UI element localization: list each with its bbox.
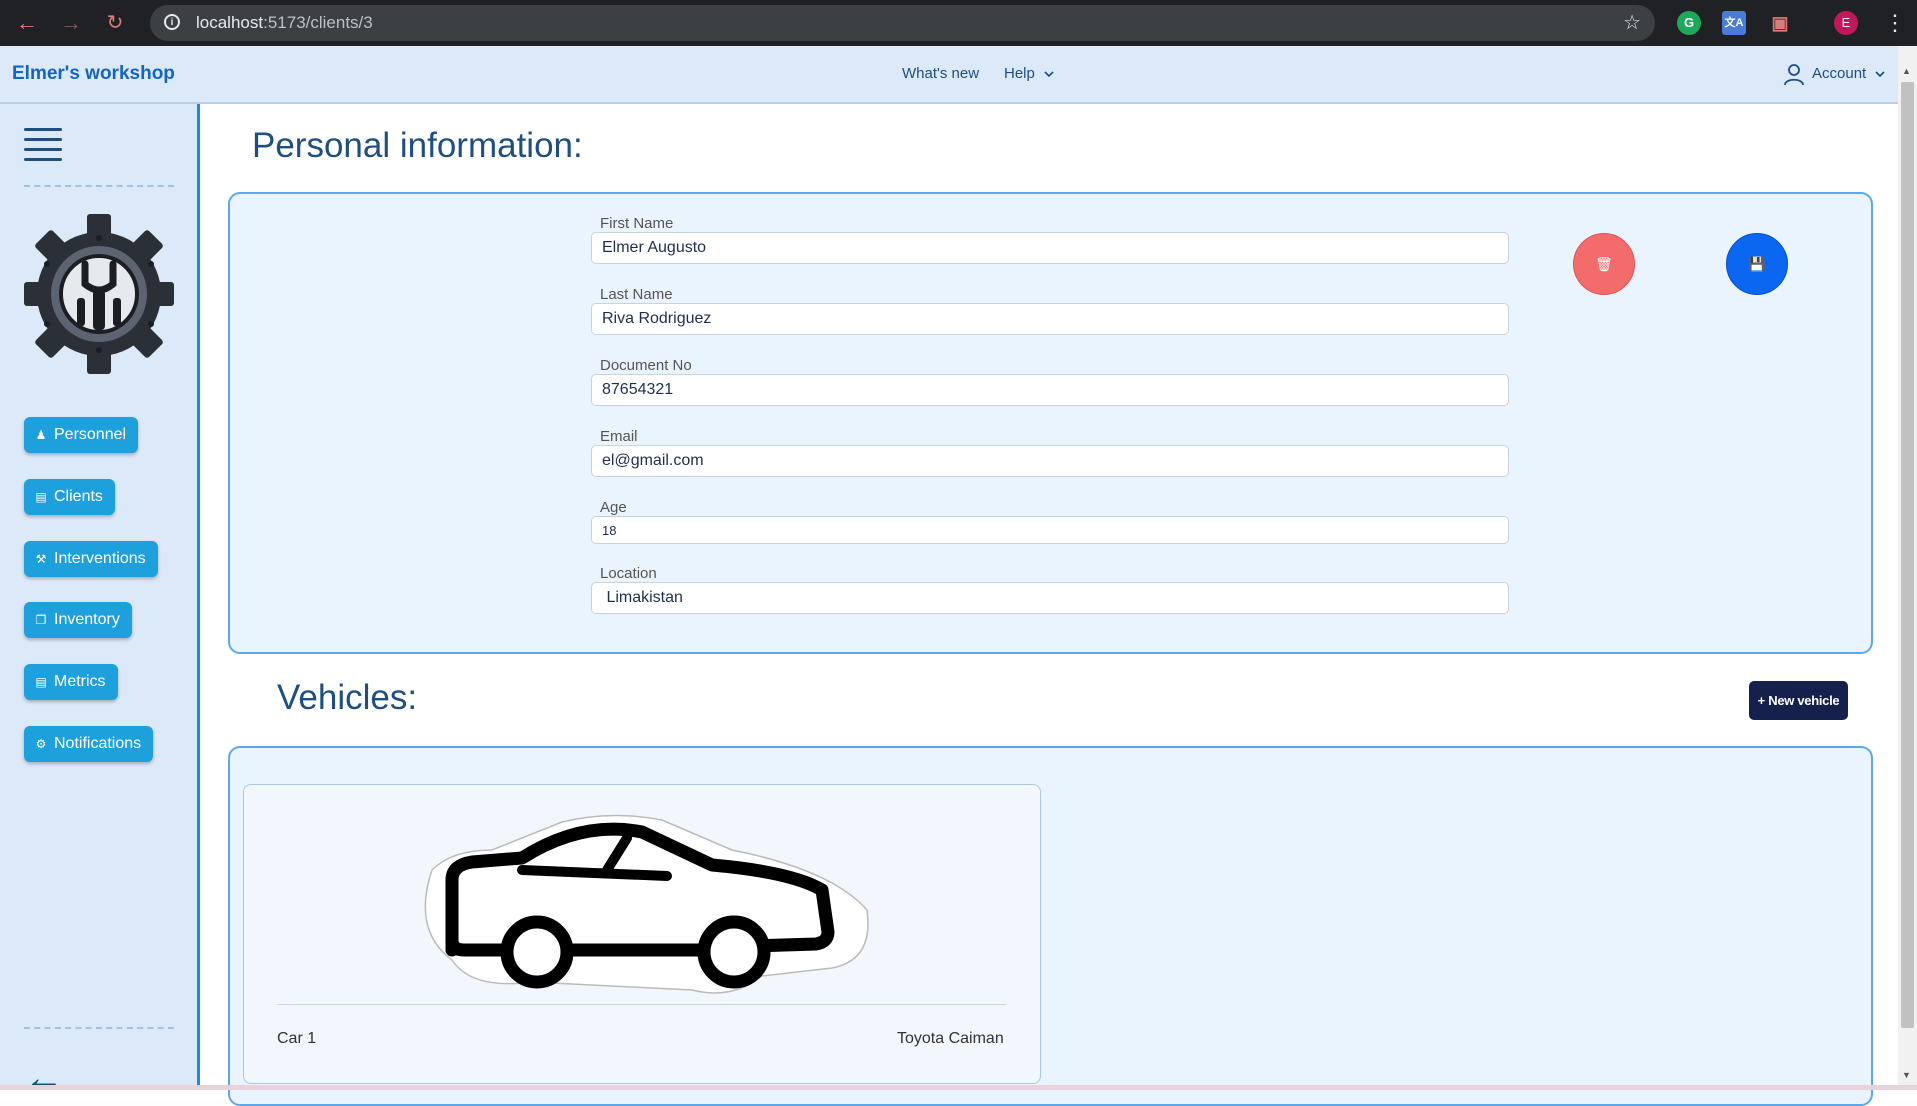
sidebar-item-label: Personnel [54,426,127,443]
grammarly-extension-icon[interactable]: G [1677,11,1701,35]
chevron-down-icon [1044,71,1054,78]
bar-chart-icon: ▤ [35,675,47,689]
extensions-puzzle-icon[interactable]: ▣ [1768,11,1792,35]
sidebar-item-notifications[interactable]: ⚙ Notifications [24,726,154,762]
bell-icon: ⚙ [35,737,47,751]
brand-title[interactable]: Elmer's workshop [12,46,175,102]
first-name-label: First Name [600,215,674,232]
card-divider [277,1004,1006,1005]
wrench-icon: ⚒ [35,552,47,566]
first-name-field[interactable] [591,232,1509,264]
last-name-field[interactable] [591,303,1509,335]
last-name-label: Last Name [600,286,673,303]
sidebar-item-personnel[interactable]: ♟ Personnel [24,417,139,453]
location-field[interactable] [591,582,1509,614]
scrollbar-thumb[interactable] [1901,82,1914,1028]
vehicle-model: Toyota Caiman [897,1030,1004,1047]
sidebar-item-clients[interactable]: ▤ Clients [24,479,115,515]
bookmark-star-icon[interactable]: ☆ [1623,5,1641,41]
sidebar-item-label: Notifications [54,735,142,752]
translate-extension-icon[interactable]: 文A [1722,11,1746,35]
id-card-icon: ▤ [35,490,47,504]
help-label: Help [1004,65,1035,82]
whats-new-link[interactable]: What's new [902,46,979,102]
chevron-down-icon [1875,71,1885,78]
location-label: Location [600,565,657,582]
profile-avatar[interactable]: E [1834,11,1858,35]
forward-icon[interactable]: → [56,8,86,38]
scroll-up-arrow-icon[interactable]: ▲ [1902,66,1911,76]
box-icon: ❐ [35,613,47,627]
account-label: Account [1812,65,1867,82]
sidebar-item-metrics[interactable]: ▤ Metrics [24,664,118,700]
window-bottom-edge [0,1085,1917,1090]
floppy-disk-icon: 💾 [1748,256,1766,272]
user-icon[interactable] [1782,62,1806,91]
sidebar-item-label: Interventions [54,550,146,567]
url-text[interactable]: localhost:5173/clients/3 [196,5,373,41]
back-icon[interactable]: ← [12,8,42,38]
document-no-label: Document No [600,357,692,374]
account-menu[interactable]: Account [1812,46,1885,102]
sidebar-item-label: Clients [54,488,103,505]
car-icon [412,810,872,996]
document-no-field[interactable] [591,374,1509,406]
age-field[interactable] [591,516,1509,544]
browser-menu-icon[interactable]: ⋮ [1884,8,1906,38]
sidebar-item-label: Metrics [54,673,106,690]
sidebar-divider [24,1027,174,1029]
site-info-icon[interactable]: i [164,14,180,30]
sidebar-item-interventions[interactable]: ⚒ Interventions [24,541,158,577]
url-path: :5173/clients/3 [263,13,373,32]
hamburger-menu-icon[interactable] [24,128,62,162]
page-title: Personal information: [252,126,583,165]
email-field[interactable] [591,445,1509,477]
vehicles-title: Vehicles: [277,678,418,717]
age-label: Age [600,499,627,516]
address-bar[interactable]: i localhost:5173/clients/3 ☆ [150,5,1655,41]
browser-toolbar: ← → ↻ i localhost:5173/clients/3 ☆ G 文A … [0,0,1917,46]
sidebar-divider [24,185,174,187]
sidebar-item-inventory[interactable]: ❐ Inventory [24,602,132,638]
save-button[interactable]: 💾 [1726,233,1788,295]
email-label: Email [600,428,638,445]
vehicle-name: Car 1 [277,1030,317,1047]
back-arrow-icon[interactable]: ← [24,1058,64,1098]
app-header: Elmer's workshop What's new Help Account [0,46,1898,104]
new-vehicle-button[interactable]: + New vehicle [1749,681,1848,720]
scroll-down-arrow-icon[interactable]: ▼ [1902,1070,1911,1080]
workshop-logo [24,214,174,374]
help-menu[interactable]: Help [1004,46,1054,102]
people-icon: ♟ [35,428,47,442]
delete-button[interactable]: 🗑 [1573,233,1635,295]
url-host: localhost [196,13,264,32]
reload-icon[interactable]: ↻ [100,8,130,38]
trash-icon: 🗑 [1595,256,1613,272]
sidebar-item-label: Inventory [54,611,120,628]
